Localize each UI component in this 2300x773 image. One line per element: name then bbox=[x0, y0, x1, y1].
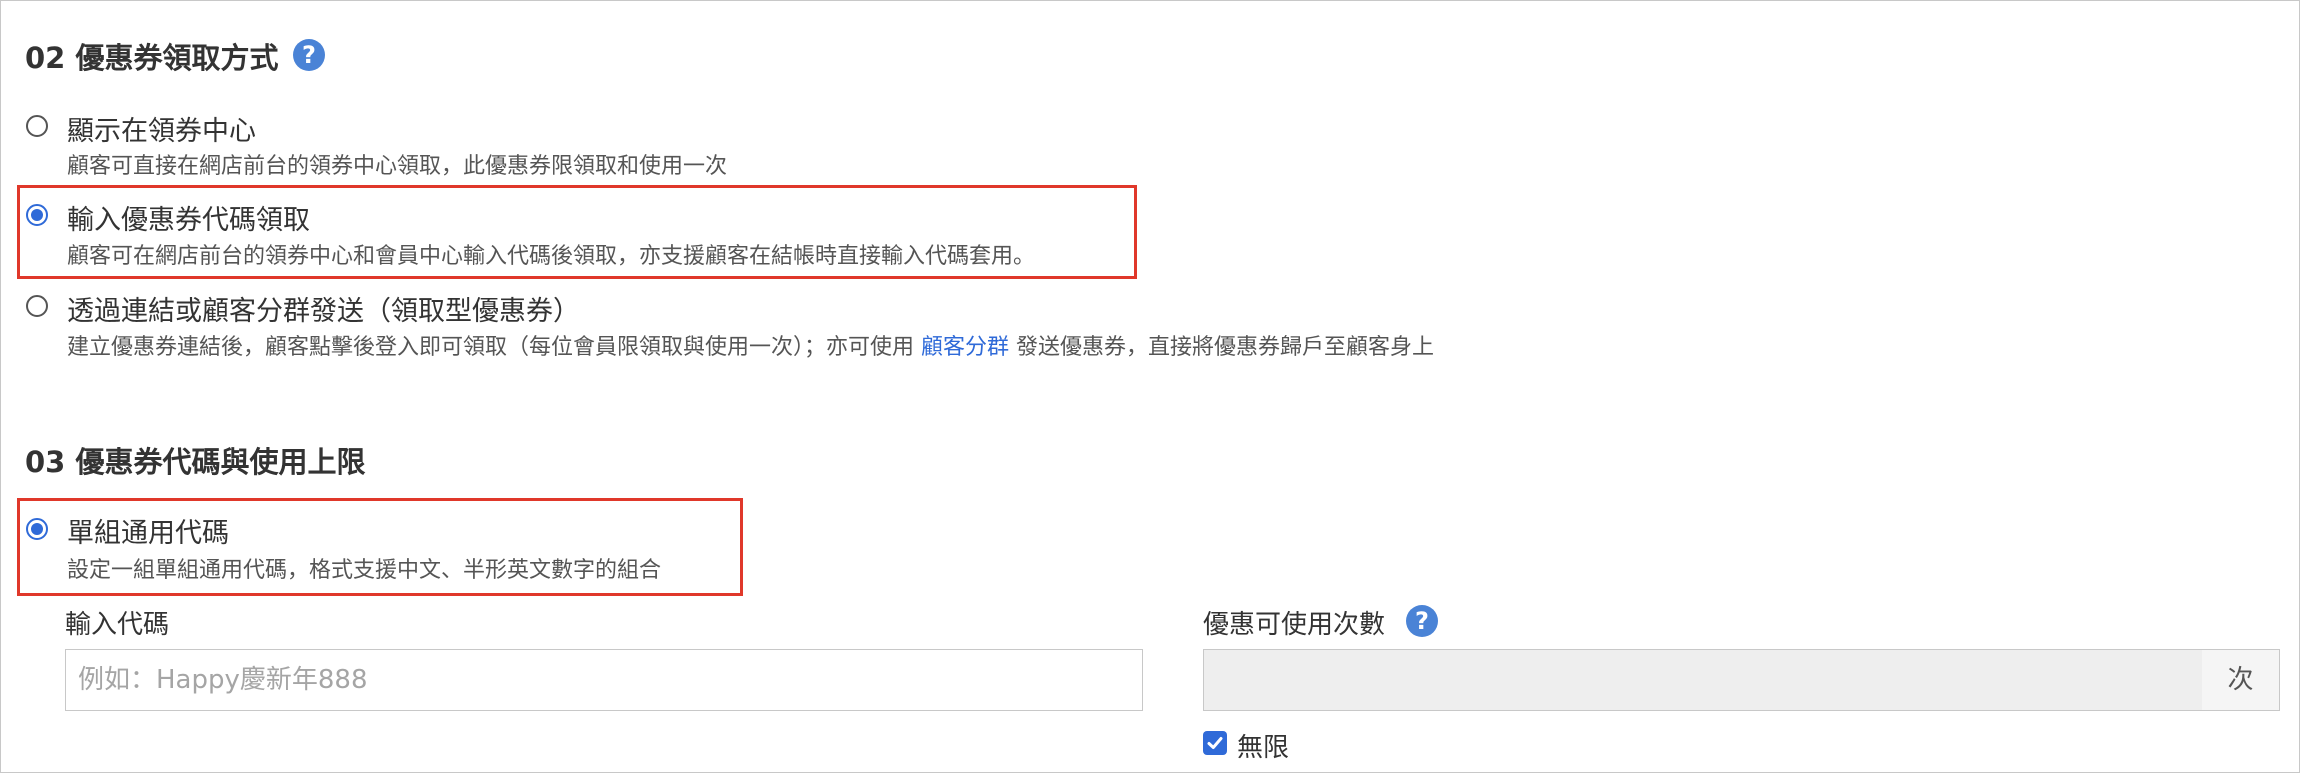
unlimited-label: 無限 bbox=[1237, 733, 1290, 763]
option-show-in-coupon-center-desc: 顧客可直接在網店前台的領券中心領取，此優惠券限領取和使用一次 bbox=[67, 154, 728, 179]
usage-limit-unit: 次 bbox=[2202, 649, 2280, 711]
coupon-code-input[interactable] bbox=[65, 649, 1143, 711]
option-link-or-segment-desc: 建立優惠券連結後，顧客點擊後登入即可領取（每位會員限領取與使用一次）；亦可使用 … bbox=[67, 329, 1434, 361]
usage-limit-label: 優惠可使用次數 bbox=[1203, 610, 1386, 640]
usage-limit-input[interactable] bbox=[1203, 649, 2203, 711]
option-single-universal-code-label: 單組通用代碼 bbox=[67, 518, 229, 549]
option-enter-coupon-code-desc: 顧客可在網店前台的領券中心和會員中心輸入代碼後領取，亦支援顧客在結帳時直接輸入代… bbox=[67, 244, 1036, 269]
option-single-universal-code-desc: 設定一組單組通用代碼，格式支援中文、半形英文數字的組合 bbox=[67, 558, 662, 583]
option-link-or-segment-label: 透過連結或顧客分群發送（領取型優惠券） bbox=[67, 296, 580, 327]
radio-show-in-coupon-center[interactable] bbox=[26, 115, 48, 137]
unlimited-checkbox[interactable] bbox=[1203, 731, 1227, 755]
option-link-or-segment-desc-before: 建立優惠券連結後，顧客點擊後登入即可領取（每位會員限領取與使用一次）；亦可使用 bbox=[67, 335, 921, 360]
radio-link-or-segment[interactable] bbox=[26, 295, 48, 317]
customer-segment-link[interactable]: 顧客分群 bbox=[921, 335, 1009, 360]
help-icon[interactable]: ? bbox=[293, 39, 325, 71]
section-03-title: 03 優惠券代碼與使用上限 bbox=[25, 445, 366, 479]
radio-single-universal-code[interactable] bbox=[26, 518, 48, 540]
option-show-in-coupon-center-label: 顯示在領券中心 bbox=[67, 116, 256, 147]
radio-enter-coupon-code[interactable] bbox=[26, 204, 48, 226]
coupon-settings-panel: 02 優惠券領取方式 ? 顯示在領券中心 顧客可直接在網店前台的領券中心領取，此… bbox=[0, 0, 2300, 773]
checkmark-icon bbox=[1207, 737, 1223, 749]
code-input-label: 輸入代碼 bbox=[65, 610, 170, 640]
usage-limit-help-icon[interactable]: ? bbox=[1406, 605, 1438, 637]
option-link-or-segment-desc-after: 發送優惠券，直接將優惠券歸戶至顧客身上 bbox=[1009, 335, 1435, 360]
option-enter-coupon-code-label: 輸入優惠券代碼領取 bbox=[67, 205, 310, 236]
section-02-title: 02 優惠券領取方式 bbox=[25, 41, 279, 75]
